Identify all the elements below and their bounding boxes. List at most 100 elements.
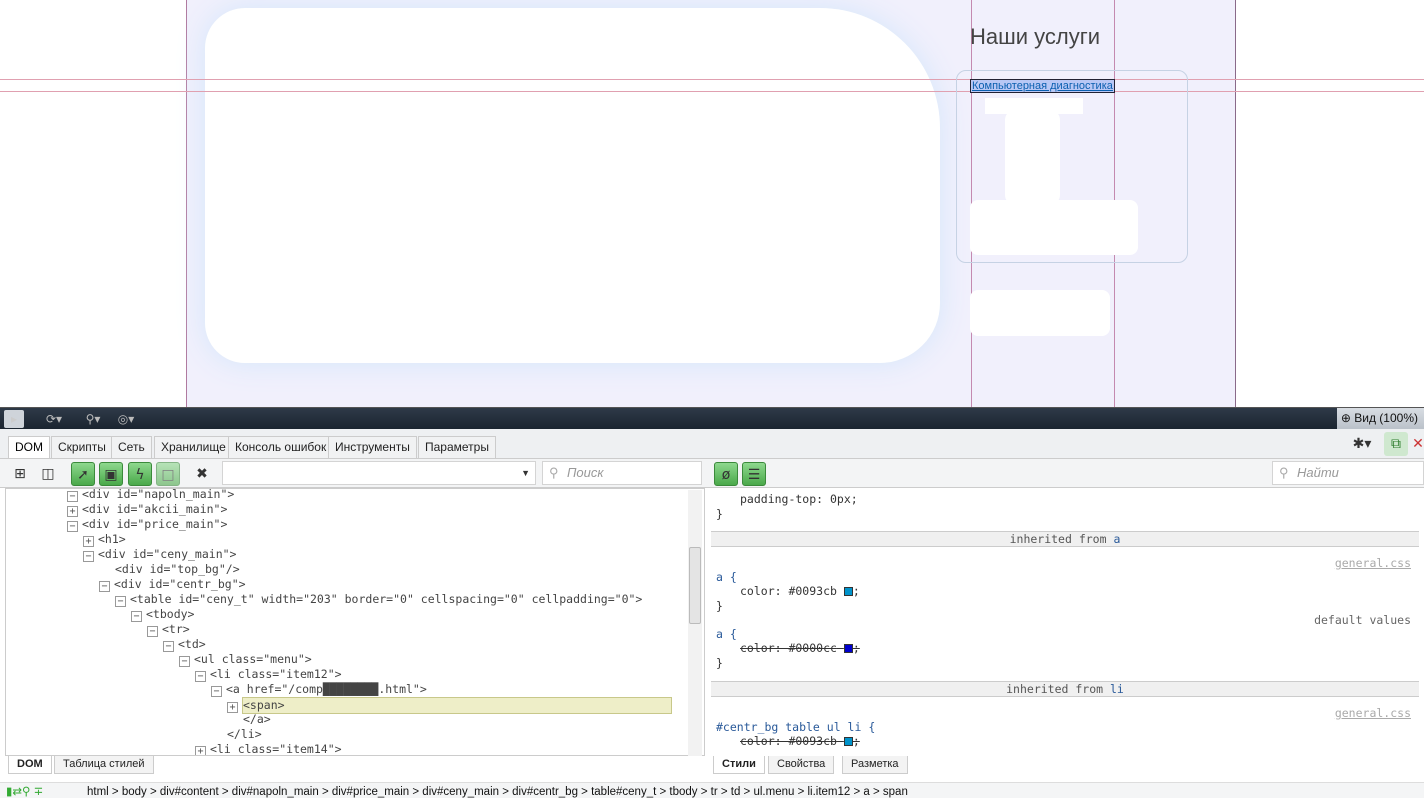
find-placeholder: Найти — [1297, 465, 1339, 480]
search-input[interactable]: ⚲ Поиск — [542, 461, 702, 485]
tab-storage[interactable]: Хранилище — [154, 436, 233, 458]
select-element-icon[interactable]: ➚ — [71, 462, 95, 486]
highlight-element-icon[interactable]: ▣ — [99, 462, 123, 486]
dom-node-row[interactable]: − <div id="napoln_main"> — [67, 489, 234, 502]
export-icon[interactable]: ◫ — [36, 462, 60, 486]
bottom-tab-layout[interactable]: Разметка — [842, 756, 908, 774]
expand-icon[interactable]: + — [83, 536, 94, 547]
tree-view-icon[interactable]: ⊞ — [8, 462, 32, 486]
dom-node-text: <span> — [242, 697, 672, 714]
dom-node-row[interactable]: − <td> — [163, 637, 206, 652]
stylesheet-link[interactable]: general.css — [1335, 556, 1411, 570]
inherited-header-a: inherited from a — [711, 531, 1419, 547]
collapse-icon[interactable]: − — [211, 686, 222, 697]
color-swatch[interactable] — [843, 587, 853, 596]
dom-tree: − <div id="napoln_main"> + <div id="akcii_m… — [5, 488, 705, 756]
dom-node-text: <h1> — [98, 532, 126, 546]
dom-node-text: <td> — [178, 637, 206, 651]
dom-toolbar: ⊞ ◫ ➚ ▣ ϟ □ ✖ ▼ ⚲ Поиск ø ☰ ⚲ Найти — [0, 459, 1424, 488]
dom-node-row[interactable]: + <div id="akcii_main"> — [67, 502, 227, 517]
dom-node-row[interactable]: − <div id="price_main"> — [67, 517, 227, 532]
css-declaration: padding-top: 0px; — [740, 492, 858, 506]
color-swatch[interactable] — [843, 644, 853, 653]
status-icons[interactable]: ▮⇄⚲ ∓ — [6, 783, 43, 802]
css-declaration: color: #0093cb ; — [740, 584, 860, 598]
collapse-icon[interactable]: − — [131, 611, 142, 622]
network-icon[interactable]: ⚲▾ — [78, 410, 108, 428]
dom-node-row[interactable]: − <div id="ceny_main"> — [83, 547, 236, 562]
find-input[interactable]: ⚲ Найти — [1272, 461, 1424, 485]
dom-node-row[interactable]: + <li class="item14"> — [195, 742, 342, 755]
dragonfly-menu-icon[interactable]: ✱▾ — [1344, 432, 1380, 456]
gauge-icon[interactable]: ◎▾ — [110, 410, 142, 428]
dom-node-text: <div id="akcii_main"> — [82, 502, 228, 516]
expand-icon[interactable]: + — [67, 506, 78, 517]
tab-dom[interactable]: DOM — [8, 436, 50, 458]
collapse-icon[interactable]: − — [99, 581, 110, 592]
tab-scripts[interactable]: Скрипты — [51, 436, 113, 458]
collapse-icon[interactable]: − — [67, 521, 78, 532]
redacted-block — [1005, 110, 1060, 205]
chevron-down-icon: ▼ — [521, 468, 530, 478]
computed-style-icon[interactable]: ☰ — [742, 462, 766, 486]
highlighted-menu-link[interactable]: Компьютерная диагностика — [970, 79, 1115, 93]
tab-settings[interactable]: Параметры — [418, 436, 496, 458]
dom-node-row[interactable]: − <div id="centr_bg"> — [99, 577, 246, 592]
collapse-icon[interactable]: − — [115, 596, 126, 607]
dom-node-text: <ul class="menu"> — [194, 652, 312, 666]
css-selector: #centr_bg table ul li { — [716, 720, 876, 734]
tab-tools[interactable]: Инструменты — [328, 436, 417, 458]
dom-node-row[interactable]: − <table id="ceny_t" width="203" border="… — [115, 592, 642, 607]
dom-node-row[interactable]: − <tbody> — [131, 607, 194, 622]
bottom-tab-styles[interactable]: Стили — [713, 756, 765, 774]
box-model-icon[interactable]: □ — [156, 462, 180, 486]
dom-node-row[interactable]: − <li class="item12"> — [195, 667, 342, 682]
tools-icon[interactable]: ✖ — [190, 462, 214, 486]
dom-scrollbar-thumb[interactable] — [689, 547, 701, 624]
close-icon[interactable]: ✕ — [1412, 432, 1424, 456]
toggle-panel-icon[interactable]: ▸ — [4, 410, 24, 428]
update-icon[interactable]: ϟ — [128, 462, 152, 486]
tab-network[interactable]: Сеть — [111, 436, 152, 458]
dom-node-row[interactable]: − <ul class="menu"> — [179, 652, 312, 667]
dom-node-text: <div id="top_bg"/> — [115, 562, 240, 576]
expand-icon[interactable]: + — [195, 746, 206, 755]
collapse-icon[interactable]: − — [195, 671, 206, 682]
dom-node-row[interactable]: − <tr> — [147, 622, 190, 637]
web-page-viewport: Наши услуги Компьютерная диагностика — [0, 0, 1424, 407]
collapse-icon[interactable]: − — [163, 641, 174, 652]
stylesheet-link[interactable]: general.css — [1335, 706, 1411, 720]
zoom-icon: ⊕ — [1340, 411, 1355, 425]
redacted-block — [970, 200, 1138, 255]
collapse-icon[interactable]: − — [83, 551, 94, 562]
zoom-button[interactable]: ⊕ Вид (100%) — [1336, 408, 1424, 430]
dom-node-text: <tr> — [162, 622, 190, 636]
dom-node-text: <a href="/comp████████.html"> — [226, 682, 427, 696]
dom-node-row[interactable]: − <a href="/comp████████.html"> — [211, 682, 427, 697]
css-brace: } — [716, 507, 723, 521]
collapse-icon[interactable]: − — [67, 491, 78, 502]
dom-node-text: </a> — [243, 712, 271, 726]
bottom-tab-properties[interactable]: Свойства — [768, 756, 835, 774]
dom-node-row[interactable]: </a> — [243, 712, 271, 727]
dom-node-row[interactable]: + <span> — [227, 697, 672, 714]
dom-node-row[interactable]: <div id="top_bg"/> — [115, 562, 240, 577]
css-selector: a { — [716, 570, 737, 584]
undock-icon[interactable]: ⧉ — [1384, 432, 1408, 456]
dom-node-text: <li class="item12"> — [210, 667, 342, 681]
tab-error-console[interactable]: Консоль ошибок — [228, 436, 334, 458]
dom-node-row[interactable]: + <h1> — [83, 532, 126, 547]
bottom-tab-stylesheets[interactable]: Таблица стилей — [54, 756, 154, 774]
style-filter-icon[interactable]: ø — [714, 462, 738, 486]
breadcrumb[interactable]: html > body > div#content > div#napoln_m… — [87, 783, 908, 802]
guide-line — [0, 79, 1424, 80]
dom-node-row[interactable]: </li> — [227, 727, 262, 742]
dom-filter-select[interactable]: ▼ — [222, 461, 536, 485]
status-bar: ▮⇄⚲ ∓ html > body > div#content > div#na… — [0, 782, 1424, 798]
refresh-icon[interactable]: ⟳▾ — [38, 410, 70, 428]
collapse-icon[interactable]: − — [147, 626, 158, 637]
collapse-icon[interactable]: − — [179, 656, 190, 667]
bottom-tab-dom[interactable]: DOM — [8, 756, 52, 774]
color-swatch[interactable] — [843, 737, 853, 746]
expand-icon[interactable]: + — [227, 702, 238, 713]
